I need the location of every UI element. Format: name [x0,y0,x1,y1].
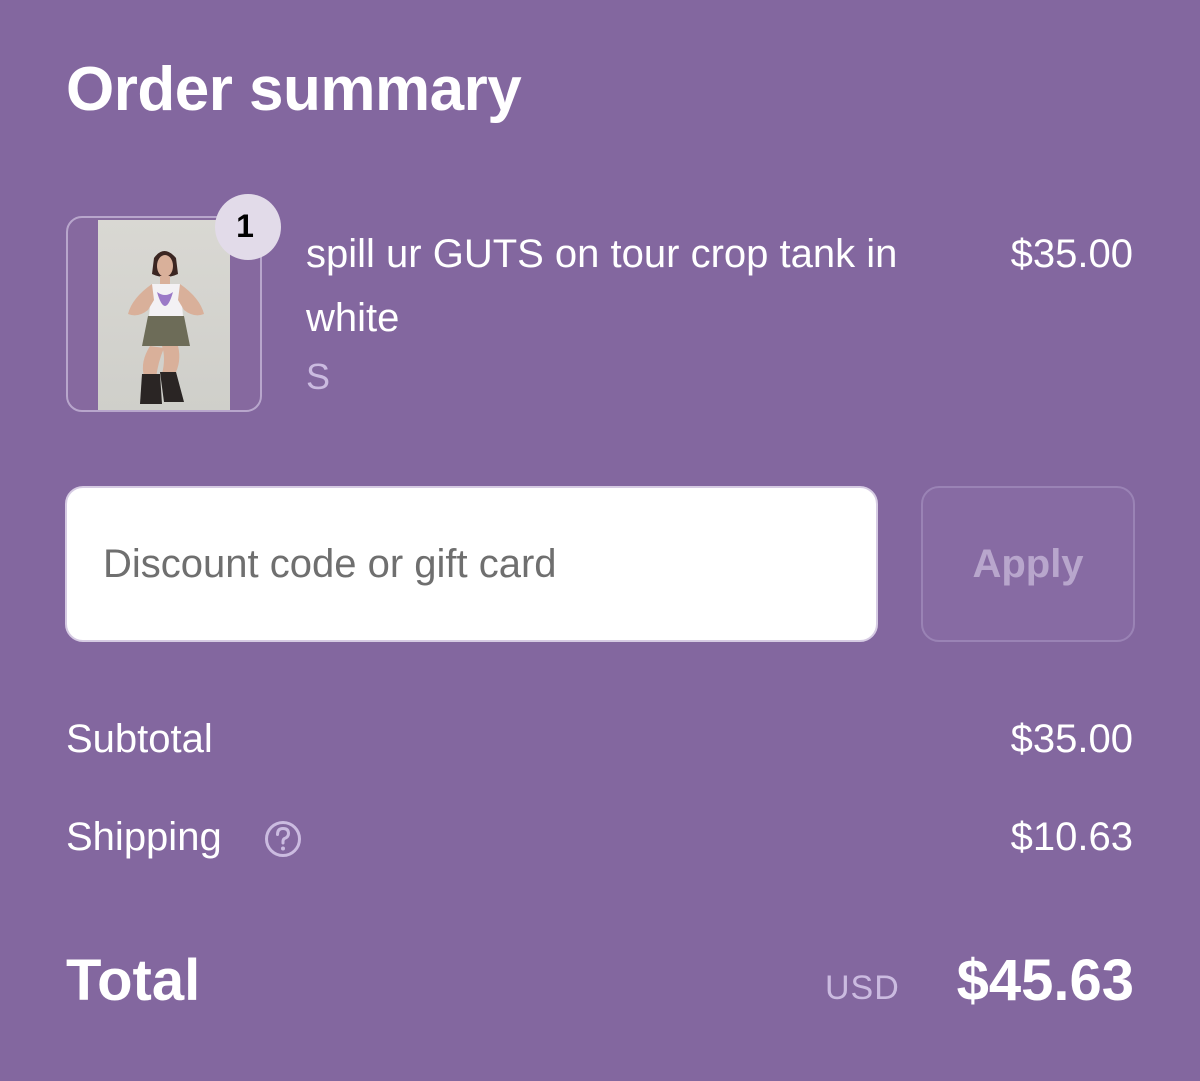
total-label: Total [66,948,201,1013]
page-title: Order summary [66,55,522,124]
product-variant: S [306,356,331,397]
currency-code: USD [825,969,900,1007]
subtotal-label: Subtotal [66,717,213,761]
shipping-label: Shipping [66,815,222,859]
quantity-badge: 1 [215,194,281,260]
total-value: $45.63 [956,948,1134,1013]
product-price: $35.00 [1010,232,1133,276]
apply-discount-button[interactable]: Apply [921,486,1135,642]
discount-code-input[interactable] [65,486,878,642]
subtotal-value: $35.00 [1010,717,1133,761]
shipping-value: $10.63 [1010,815,1133,859]
product-name: spill ur GUTS on tour crop tank in white [306,232,898,340]
question-circle-icon[interactable] [264,820,302,858]
product-photo [98,220,230,410]
model-figure-icon [128,251,204,404]
